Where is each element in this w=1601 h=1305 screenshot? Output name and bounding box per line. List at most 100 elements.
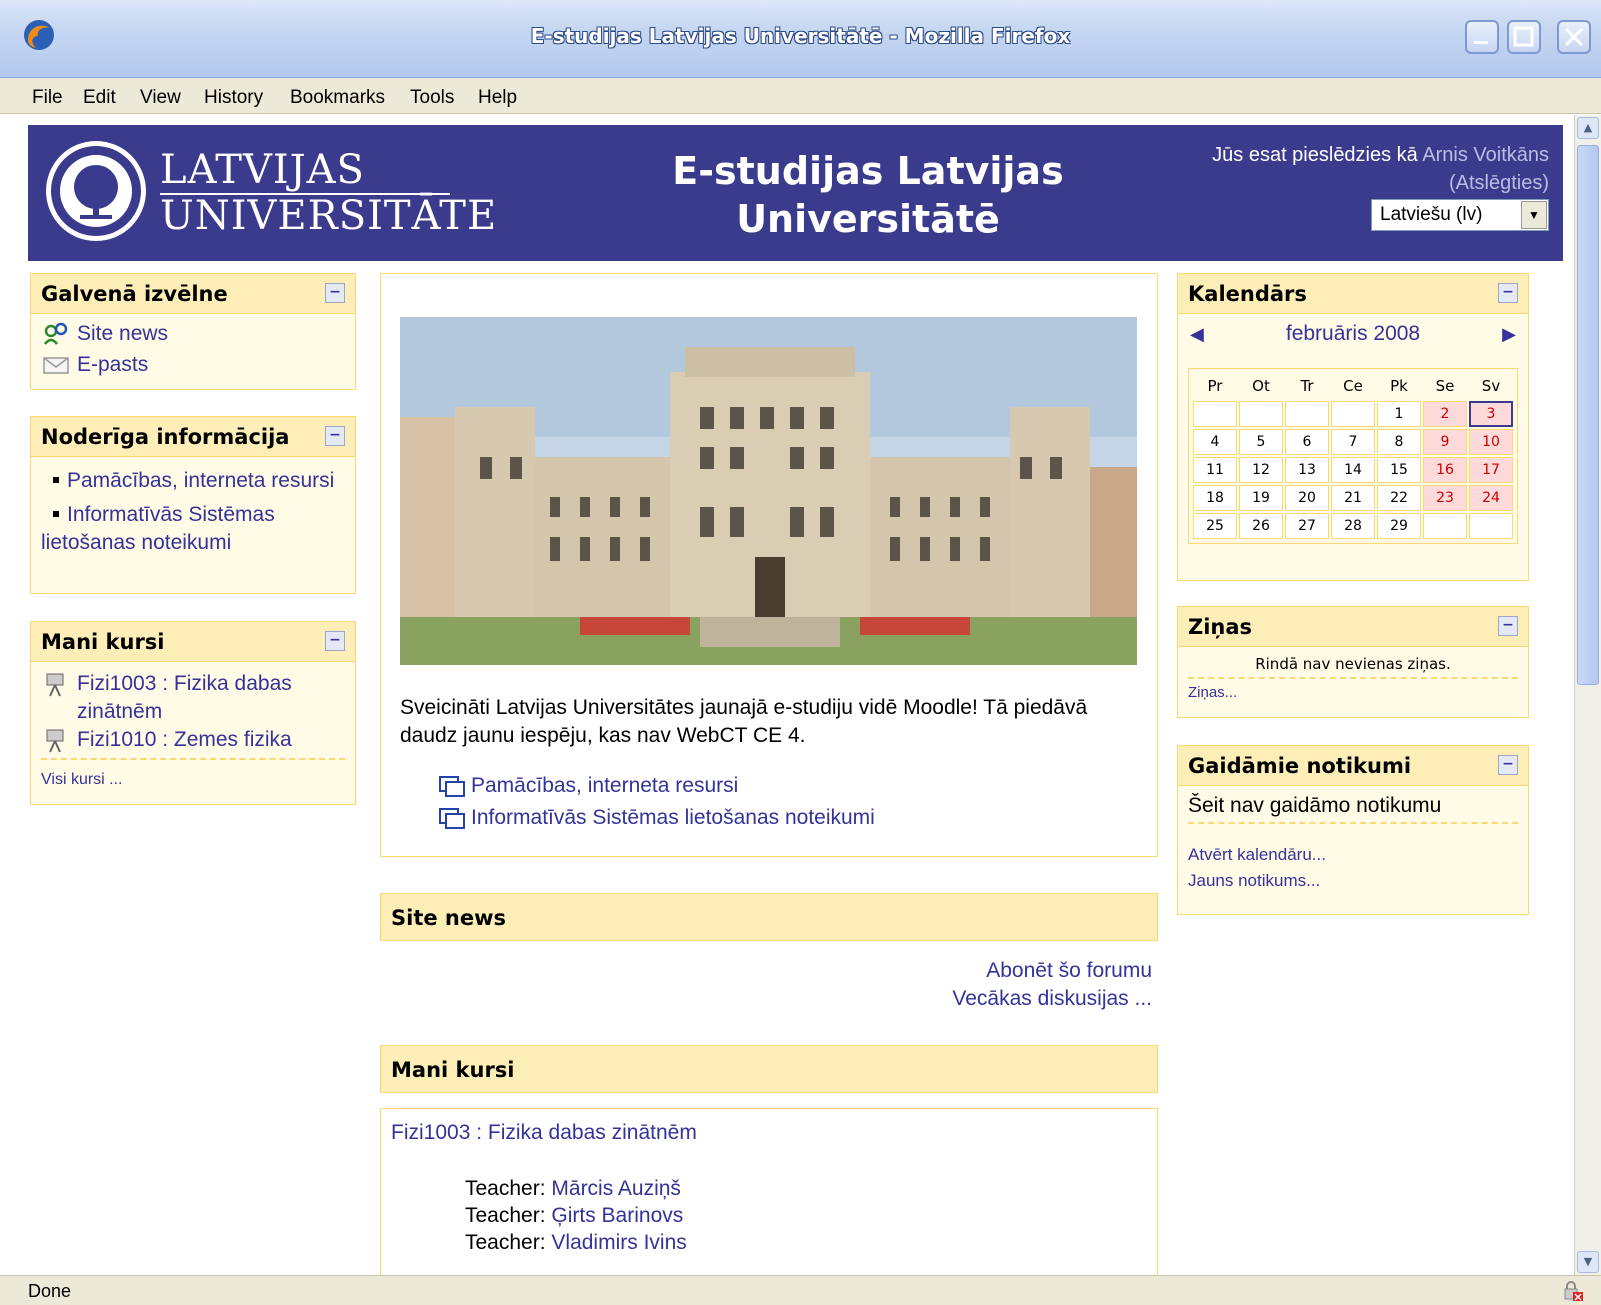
- new-event-link[interactable]: Jauns notikums...: [1188, 871, 1320, 890]
- window-link-icon: [439, 808, 465, 829]
- calendar-day[interactable]: 1: [1377, 401, 1421, 427]
- vertical-scrollbar[interactable]: ▲ ▼: [1574, 115, 1601, 1275]
- calendar-day: [1331, 401, 1375, 427]
- calendar-day[interactable]: 6: [1285, 429, 1329, 455]
- weekday-header: Pk: [1390, 377, 1408, 395]
- calendar-day[interactable]: 4: [1193, 429, 1237, 455]
- calendar-day[interactable]: 23: [1423, 485, 1467, 511]
- calendar-day[interactable]: 7: [1331, 429, 1375, 455]
- calendar-day[interactable]: 21: [1331, 485, 1375, 511]
- subscribe-forum-link[interactable]: Abonēt šo forumu: [986, 959, 1152, 982]
- scroll-down-icon[interactable]: ▼: [1577, 1251, 1599, 1273]
- center-link-tutorials[interactable]: Pamācības, interneta resursi: [437, 774, 738, 798]
- block-title: Ziņas: [1188, 615, 1253, 639]
- calendar-day[interactable]: 29: [1377, 513, 1421, 539]
- university-building-image: [400, 317, 1137, 665]
- open-calendar-link[interactable]: Atvērt kalendāru...: [1188, 845, 1326, 864]
- teacher-link[interactable]: Ģirts Barinovs: [551, 1204, 683, 1227]
- calendar-day[interactable]: 28: [1331, 513, 1375, 539]
- calendar-day[interactable]: 11: [1193, 457, 1237, 483]
- menu-help[interactable]: Help: [478, 87, 517, 109]
- calendar-day[interactable]: 14: [1331, 457, 1375, 483]
- menu-item-email[interactable]: E-pasts: [41, 349, 345, 380]
- security-warning-icon[interactable]: [1562, 1280, 1584, 1302]
- close-button[interactable]: [1557, 20, 1591, 54]
- menu-item-site-news[interactable]: Site news: [41, 318, 345, 349]
- course-item[interactable]: Fizi1003 : Fizika dabas zinātnēm: [41, 670, 345, 726]
- calendar-week-row: 4 5 6 7 8 9 10: [1193, 429, 1513, 455]
- menu-item-label[interactable]: E-pasts: [77, 353, 148, 377]
- teacher-link[interactable]: Mārcis Auziņš: [551, 1177, 681, 1200]
- teacher-link[interactable]: Vladimirs Ivins: [551, 1231, 686, 1254]
- calendar-day[interactable]: 12: [1239, 457, 1283, 483]
- calendar-day[interactable]: 9: [1423, 429, 1467, 455]
- calendar-day[interactable]: 19: [1239, 485, 1283, 511]
- collapse-icon[interactable]: −: [325, 283, 345, 303]
- language-select[interactable]: Latviešu (lv) ▼: [1371, 199, 1549, 231]
- useful-link-rules[interactable]: Informatīvās Sistēmas lietošanas noteiku…: [41, 503, 275, 554]
- status-bar: Done: [0, 1275, 1601, 1305]
- collapse-icon[interactable]: −: [1498, 755, 1518, 775]
- calendar-week-row: 123: [1193, 401, 1513, 427]
- older-discussions-link[interactable]: Vecākas diskusijas ...: [952, 987, 1152, 1010]
- collapse-icon[interactable]: −: [325, 426, 345, 446]
- calendar-month-link[interactable]: februāris 2008: [1178, 322, 1528, 346]
- menu-view[interactable]: View: [140, 87, 181, 109]
- calendar-day[interactable]: 8: [1377, 429, 1421, 455]
- all-courses-link[interactable]: Visi kursi ...: [41, 771, 123, 788]
- minimize-button[interactable]: [1465, 20, 1499, 54]
- menu-edit[interactable]: Edit: [83, 87, 116, 109]
- block-title: Noderīga informācija: [41, 425, 290, 449]
- menu-history[interactable]: History: [204, 87, 263, 109]
- calendar-grid: Pr Ot Tr Ce Pk Se Sv 1 2 3 4 5 6 7 8 9 10 11 12 13 14 15 16 17…: [1188, 368, 1518, 544]
- calendar-day[interactable]: 27: [1285, 513, 1329, 539]
- course-title-link[interactable]: Fizi1003 : Fizika dabas zinātnēm: [391, 1121, 697, 1145]
- calendar-day[interactable]: 2: [1423, 401, 1467, 427]
- course-link[interactable]: Fizi1003 : Fizika dabas zinātnēm: [77, 670, 345, 726]
- user-name-link[interactable]: Arnis Voitkāns: [1422, 144, 1549, 166]
- calendar-day: [1239, 401, 1283, 427]
- news-empty-text: Rindā nav nevienas ziņas.: [1255, 655, 1451, 673]
- menu-file[interactable]: File: [32, 87, 63, 109]
- block-header: Kalendārs −: [1178, 274, 1528, 314]
- logout-link[interactable]: (Atslēgties): [1449, 172, 1549, 194]
- window-link-icon: [439, 776, 465, 797]
- collapse-icon[interactable]: −: [1498, 283, 1518, 303]
- calendar-week-row: 25 26 27 28 29: [1193, 513, 1513, 539]
- next-month-icon[interactable]: ▶: [1502, 324, 1516, 345]
- calendar-day[interactable]: 25: [1193, 513, 1237, 539]
- calendar-day[interactable]: 16: [1423, 457, 1467, 483]
- calendar-day[interactable]: 13: [1285, 457, 1329, 483]
- collapse-icon[interactable]: −: [1498, 616, 1518, 636]
- weekday-header: Sv: [1481, 377, 1501, 395]
- calendar-day[interactable]: 20: [1285, 485, 1329, 511]
- calendar-day[interactable]: 10: [1469, 429, 1513, 455]
- menu-bookmarks[interactable]: Bookmarks: [290, 87, 385, 109]
- useful-link-tutorials[interactable]: Pamācības, interneta resursi: [67, 469, 334, 492]
- news-link[interactable]: Ziņas...: [1188, 684, 1237, 701]
- menu-tools[interactable]: Tools: [410, 87, 454, 109]
- calendar-day[interactable]: 3: [1469, 401, 1513, 427]
- divider: [1188, 677, 1518, 679]
- course-item[interactable]: Fizi1010 : Zemes fizika: [41, 726, 345, 754]
- calendar-day[interactable]: 22: [1377, 485, 1421, 511]
- calendar-day[interactable]: 5: [1239, 429, 1283, 455]
- block-useful-info: Noderīga informācija − Pamācības, intern…: [30, 416, 356, 594]
- maximize-button[interactable]: [1507, 20, 1541, 54]
- link-label[interactable]: Informatīvās Sistēmas lietošanas noteiku…: [471, 806, 875, 830]
- calendar-day[interactable]: 18: [1193, 485, 1237, 511]
- scrollbar-thumb[interactable]: [1577, 145, 1599, 685]
- calendar-day[interactable]: 24: [1469, 485, 1513, 511]
- my-courses-header: Mani kursi: [380, 1045, 1158, 1093]
- scroll-up-icon[interactable]: ▲: [1577, 117, 1599, 139]
- collapse-icon[interactable]: −: [325, 631, 345, 651]
- calendar-day[interactable]: 26: [1239, 513, 1283, 539]
- calendar-day[interactable]: 17: [1469, 457, 1513, 483]
- center-link-rules[interactable]: Informatīvās Sistēmas lietošanas noteiku…: [437, 806, 875, 830]
- chevron-down-icon[interactable]: ▼: [1521, 201, 1547, 229]
- link-label[interactable]: Pamācības, interneta resursi: [471, 774, 738, 798]
- calendar-day[interactable]: 15: [1377, 457, 1421, 483]
- block-header: Galvenā izvēlne −: [31, 274, 355, 314]
- course-link[interactable]: Fizi1010 : Zemes fizika: [77, 726, 292, 754]
- menu-item-label[interactable]: Site news: [77, 322, 168, 346]
